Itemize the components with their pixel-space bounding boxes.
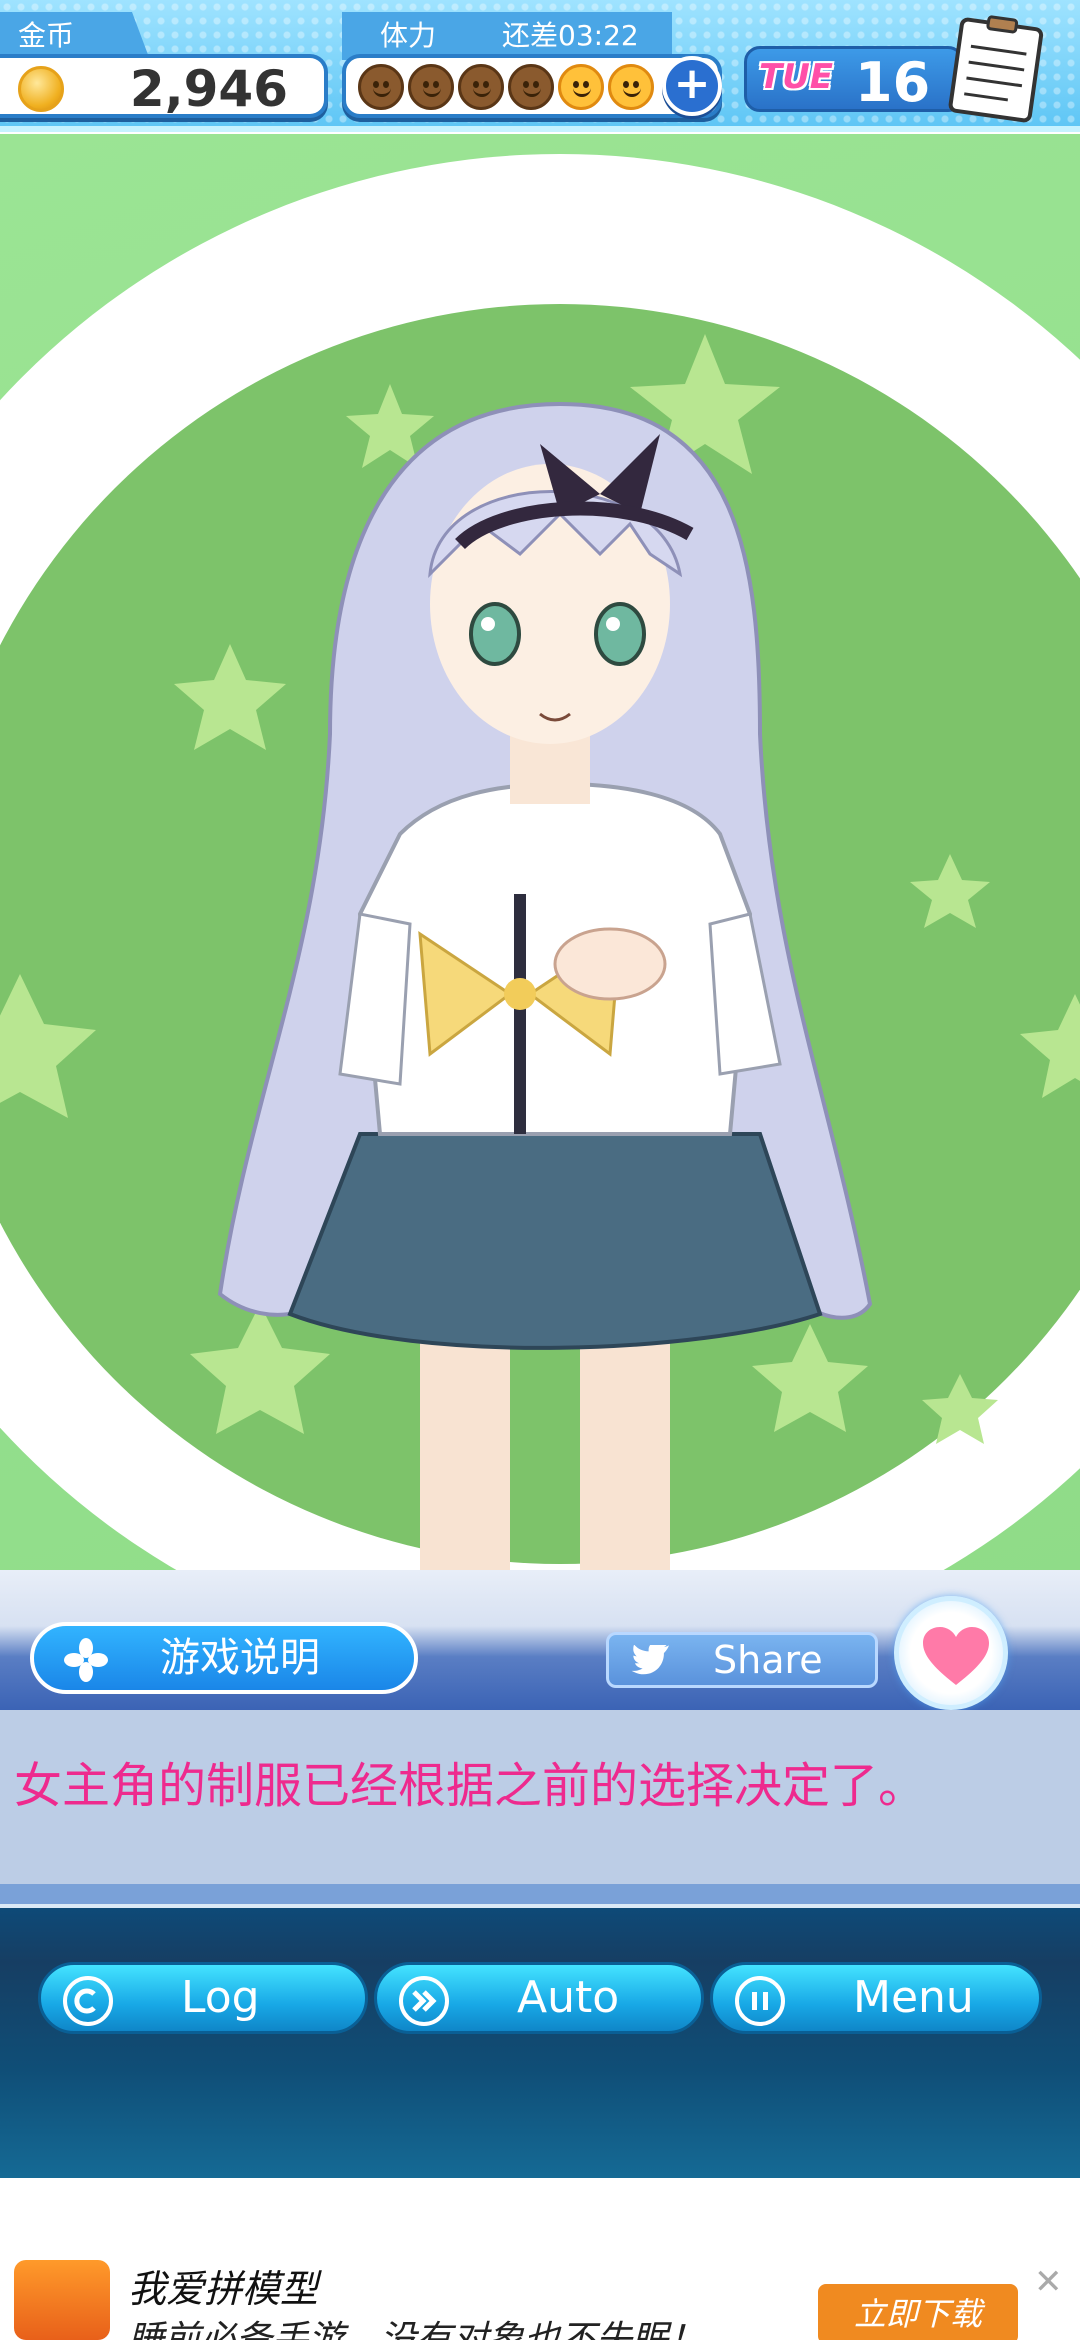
coins-counter: 2,946 — [0, 54, 328, 118]
stamina-face-icon — [608, 64, 654, 110]
stamina-face-icon — [508, 64, 554, 110]
log-button[interactable]: Log — [38, 1962, 368, 2034]
stamina-timer: 还差03:22 — [502, 19, 639, 52]
dialog-text: 女主角的制服已经根据之前的选择决定了。 — [14, 1758, 927, 1814]
howto-label: 游戏说明 — [160, 1635, 320, 1681]
stamina-face-icon — [558, 64, 604, 110]
coins-value: 2,946 — [129, 60, 288, 118]
coin-icon — [18, 66, 64, 112]
stamina-header: 体力 还差03:22 — [342, 12, 672, 60]
coins-label: 金币 — [0, 12, 150, 60]
menu-button[interactable]: Menu — [710, 1962, 1042, 2034]
add-stamina-button[interactable]: + — [662, 56, 722, 116]
stamina-face-icon — [458, 64, 504, 110]
menu-label: Menu — [853, 1972, 974, 2023]
share-button[interactable]: Share — [606, 1632, 878, 1688]
log-icon — [63, 1976, 113, 2026]
auto-label: Auto — [517, 1972, 620, 2023]
stamina-label: 体力 — [380, 19, 437, 52]
favorite-button[interactable] — [894, 1596, 1008, 1710]
pause-icon — [735, 1976, 785, 2026]
date-number: 16 — [855, 51, 931, 114]
stamina-face-icon — [358, 64, 404, 110]
bottom-nav-bar — [0, 1904, 1080, 2178]
log-label: Log — [181, 1972, 260, 2023]
ad-close-icon[interactable]: ✕ — [1034, 2262, 1063, 2302]
share-label: Share — [713, 1638, 823, 1682]
date-display: TUE 16 — [744, 46, 964, 114]
ad-title: 我爱拼模型 — [128, 2267, 319, 2311]
twitter-bird-icon — [631, 1645, 670, 1675]
dialog-box[interactable]: 女主角的制服已经根据之前的选择决定了。 — [0, 1710, 1080, 1904]
auto-button[interactable]: Auto — [374, 1962, 704, 2034]
heart-icon — [923, 1627, 989, 1685]
ad-banner[interactable]: 我爱拼模型 睡前必备手游，没有对象也不失眠！ 立即下载 ✕ — [0, 2178, 1080, 2340]
fast-forward-icon — [399, 1976, 449, 2026]
date-weekday: TUE — [759, 57, 834, 97]
calendar-note-icon[interactable] — [942, 14, 1050, 124]
ad-download-button[interactable]: 立即下载 — [818, 2284, 1018, 2340]
character-illustration — [0, 154, 1080, 1594]
clover-icon — [64, 1638, 108, 1682]
stamina-face-icon — [408, 64, 454, 110]
character-scene[interactable] — [0, 134, 1080, 1594]
howto-button[interactable]: 游戏说明 — [30, 1622, 418, 1694]
ad-app-icon — [14, 2260, 110, 2340]
ad-subtitle: 睡前必备手游，没有对象也不失眠！ — [128, 2319, 705, 2340]
